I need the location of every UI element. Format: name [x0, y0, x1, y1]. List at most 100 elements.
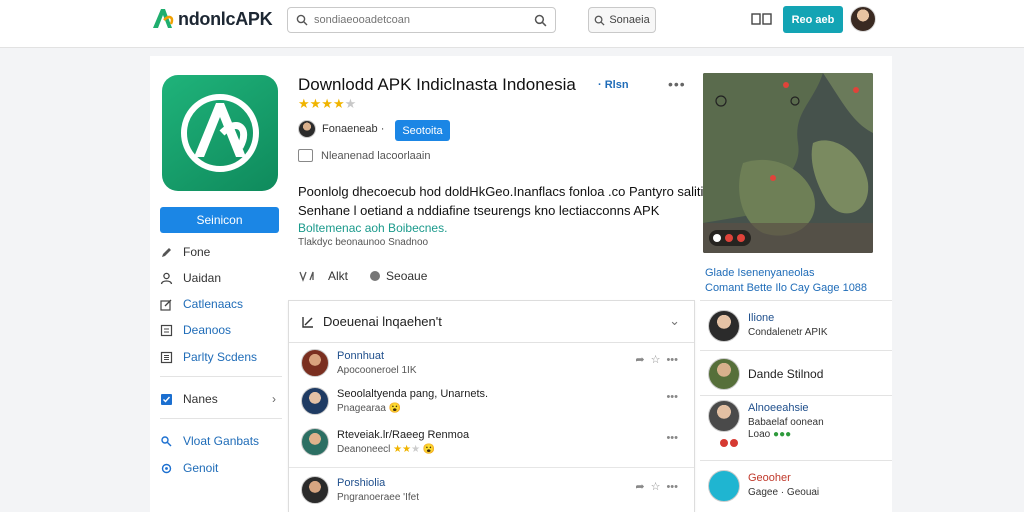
- like-label: Alkt: [328, 269, 349, 283]
- comment-item[interactable]: Ponnhuat Apocooneroel 1IK ➦ ☆ •••: [301, 349, 686, 381]
- search-input[interactable]: [314, 14, 534, 26]
- like-action[interactable]: Alkt: [298, 269, 348, 283]
- sidebar-user-item[interactable]: Ilione Condalenetr APIK: [708, 310, 888, 346]
- map-pin-icon[interactable]: [737, 234, 745, 242]
- description-link[interactable]: Boltemenac aoh Boibecnes.: [298, 221, 447, 235]
- star-empty-icon: ★: [411, 444, 421, 455]
- developer-name[interactable]: Fonaeneab ·: [322, 123, 384, 135]
- install-button[interactable]: Seinicon: [160, 207, 279, 233]
- comment-actions: ➦ ☆ •••: [635, 480, 678, 494]
- sidebar-avatar[interactable]: [708, 358, 740, 390]
- comments-header[interactable]: Doeuenai lnqaehen't ⌄: [289, 301, 694, 343]
- nav-label: Uaidan: [183, 271, 222, 285]
- developer-avatar[interactable]: [298, 120, 316, 138]
- comment-author[interactable]: Ponnhuat: [337, 350, 384, 362]
- map-preview[interactable]: [703, 73, 873, 253]
- sidebar-user-status: Loao ●●●: [748, 429, 792, 440]
- site-logo[interactable]: ndonlcAPK: [150, 6, 273, 32]
- location-icon: [160, 435, 173, 448]
- pencil-icon: [160, 246, 173, 259]
- more-icon[interactable]: •••: [666, 391, 678, 403]
- sidebar-user-item[interactable]: Alnoeeahsie Babaelaf oonean Loao ●●●: [708, 400, 888, 456]
- heart-icon: [720, 439, 728, 447]
- sidebar-link[interactable]: Glade Isenenyaneolas: [705, 267, 814, 279]
- nav-divider: [160, 418, 282, 419]
- comments-heading: Doeuenai lnqaehen't: [323, 314, 442, 329]
- comment-meta: Apocooneroel 1IK: [337, 365, 417, 376]
- share-action[interactable]: Seoaue: [370, 269, 427, 283]
- map-locate-icon[interactable]: [713, 234, 721, 242]
- search-button[interactable]: Sonaeia: [588, 7, 656, 33]
- comment-author[interactable]: Rteveiak.lr/Raeeg Renmoa: [337, 429, 469, 441]
- star-icon: ★★★★: [298, 96, 345, 111]
- logo-icon: [150, 6, 176, 32]
- nav-item-home[interactable]: Fone: [160, 243, 282, 261]
- sidebar-user-meta: Condalenetr APIK: [748, 327, 828, 338]
- more-icon[interactable]: •••: [666, 432, 678, 444]
- comment-meta: Pnagearaa 😮: [337, 403, 402, 414]
- search-submit-icon[interactable]: [534, 14, 547, 27]
- comment-author[interactable]: Seoolaltyenda pang, Unarnets.: [337, 388, 488, 400]
- comment-meta: Pngranoeraee 'Ifet: [337, 492, 419, 503]
- sidebar-user-item[interactable]: Dande Stilnod: [708, 358, 888, 394]
- meta-row: Nleanenad lacoorlaain: [298, 149, 430, 162]
- document-icon: [160, 324, 173, 337]
- nav-label: Parlty Scdens: [183, 350, 258, 364]
- nav-item-names[interactable]: Nanes ›: [160, 390, 282, 408]
- sidebar-avatar[interactable]: [708, 470, 740, 502]
- comments-panel: Doeuenai lnqaehen't ⌄ Ponnhuat Apocooner…: [288, 300, 695, 512]
- more-icon[interactable]: •••: [666, 481, 678, 493]
- nav-item-party[interactable]: Parlty Scdens: [160, 348, 282, 366]
- sidebar-user-item[interactable]: Geooher Gagee · Geouai: [708, 470, 888, 506]
- comment-avatar[interactable]: [301, 428, 329, 456]
- sidebar-divider: [700, 460, 892, 461]
- logo-text: ndonlcAPK: [178, 8, 273, 29]
- comment-avatar[interactable]: [301, 387, 329, 415]
- description-note: Tlakdyc beonaunoo Snadnoo: [298, 237, 429, 248]
- sidebar-divider: [700, 395, 892, 396]
- comment-item[interactable]: Porshiolia Pngranoeraee 'Ifet ➦ ☆ •••: [301, 476, 686, 508]
- nav-item-user[interactable]: Uaidan: [160, 269, 282, 287]
- follow-button[interactable]: Seotoita: [395, 120, 450, 141]
- nav-item-general[interactable]: Genoit: [160, 459, 282, 477]
- map-pin-icon[interactable]: [725, 234, 733, 242]
- comment-item[interactable]: Rteveiak.lr/Raeeg Renmoa Deanoneecl ★★★ …: [301, 428, 686, 460]
- grid-icon[interactable]: [751, 12, 773, 26]
- more-icon[interactable]: •••: [666, 354, 678, 366]
- more-options-icon[interactable]: •••: [668, 76, 686, 92]
- comment-item[interactable]: Seoolaltyenda pang, Unarnets. Pnagearaa …: [301, 387, 686, 419]
- comment-avatar[interactable]: [301, 349, 329, 377]
- checkbox-icon: [160, 393, 173, 406]
- share-arrow-icon[interactable]: ➦: [635, 480, 644, 493]
- header-primary-button[interactable]: Reo aeb: [783, 6, 843, 33]
- map-controls[interactable]: [709, 230, 751, 246]
- title-tag[interactable]: · Rlsn: [598, 79, 629, 91]
- page-title: Downlodd APK Indiclnasta Indonesia: [298, 75, 576, 94]
- top-header: ndonlcAPK Sonaeia Reo aeb: [0, 0, 1024, 48]
- search-box[interactable]: [287, 7, 556, 33]
- comment-avatar[interactable]: [301, 476, 329, 504]
- comment-actions: ➦ ☆ •••: [635, 353, 678, 367]
- sidebar-avatar[interactable]: [708, 400, 740, 432]
- chevron-down-icon[interactable]: ⌄: [669, 313, 680, 329]
- reaction-badges: [720, 439, 738, 447]
- comment-author[interactable]: Porshiolia: [337, 477, 385, 489]
- star-icon[interactable]: ☆: [651, 353, 661, 366]
- nav-item-downloads[interactable]: Deanoos: [160, 321, 282, 339]
- meta-text: Nleanenad lacoorlaain: [321, 149, 431, 162]
- sidebar-user-name[interactable]: Alnoeeahsie: [748, 402, 809, 414]
- share-arrow-icon[interactable]: ➦: [635, 353, 644, 366]
- nav-item-contacts[interactable]: Vloat Ganbats: [160, 432, 282, 450]
- sidebar-avatar[interactable]: [708, 310, 740, 342]
- sidebar-user-meta: Babaelaf oonean: [748, 417, 824, 428]
- star-icon[interactable]: ☆: [651, 480, 661, 493]
- sidebar-link[interactable]: Comant Bette Ilo Cay Gage 1088: [705, 282, 867, 294]
- search-icon: [594, 15, 605, 26]
- edit-icon: [160, 298, 173, 311]
- sidebar-user-name[interactable]: Ilione: [748, 312, 774, 324]
- sidebar-user-name[interactable]: Geooher: [748, 472, 791, 484]
- user-avatar[interactable]: [850, 6, 876, 32]
- nav-item-categories[interactable]: Catlenaacs: [160, 295, 282, 313]
- sidebar-user-name[interactable]: Dande Stilnod: [748, 367, 823, 381]
- emoji-icon: 😮: [422, 444, 436, 455]
